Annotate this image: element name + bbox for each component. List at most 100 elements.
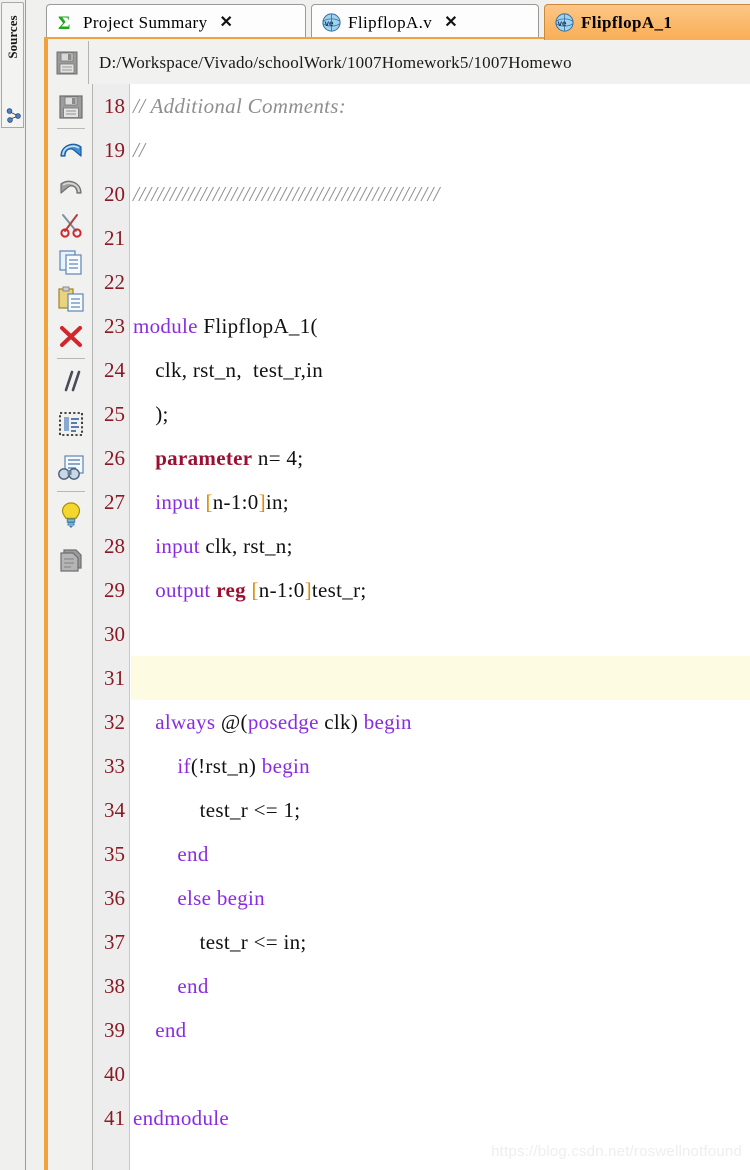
toolbar-separator (57, 491, 85, 492)
file-path-text: D:/Workspace/Vivado/schoolWork/1007Homew… (99, 53, 572, 73)
code-token: n= 4; (252, 446, 303, 470)
code-line[interactable]: 32 always @(posedge clk) begin (93, 700, 750, 744)
code-line[interactable]: 20//////////////////////////////////////… (93, 172, 750, 216)
sources-dock-strip: Sources (0, 0, 26, 1170)
paste-icon (56, 284, 86, 314)
code-line[interactable]: 38 end (93, 964, 750, 1008)
code-token: input (155, 534, 200, 558)
code-text: if(!rst_n) begin (133, 744, 310, 788)
code-line[interactable]: 41endmodule (93, 1096, 750, 1140)
code-line[interactable]: 24 clk, rst_n, test_r,in (93, 348, 750, 392)
toolbar-separator (57, 358, 85, 359)
code-line[interactable]: 34 test_r <= 1; (93, 788, 750, 832)
line-number: 23 (93, 304, 125, 348)
find-icon (56, 453, 86, 483)
editor-tab-label: Project Summary (76, 13, 218, 33)
undo-button[interactable] (54, 134, 88, 168)
code-token (133, 1018, 155, 1042)
comment-button[interactable] (54, 364, 88, 398)
code-line[interactable]: 33 if(!rst_n) begin (93, 744, 750, 788)
sources-dock-tab[interactable]: Sources (1, 2, 24, 128)
line-number: 25 (93, 392, 125, 436)
save-button[interactable] (54, 90, 88, 124)
paste-button[interactable] (54, 282, 88, 316)
code-line[interactable]: 23module FlipflopA_1( (93, 304, 750, 348)
line-number: 19 (93, 128, 125, 172)
code-text: input [n-1:0]in; (133, 480, 289, 524)
code-line[interactable]: 29 output reg [n-1:0]test_r; (93, 568, 750, 612)
code-token (133, 974, 177, 998)
line-number: 31 (93, 656, 125, 700)
code-token: output (155, 578, 210, 602)
line-number: 36 (93, 876, 125, 920)
code-token: begin (262, 754, 310, 778)
code-token (133, 886, 177, 910)
line-number: 37 (93, 920, 125, 964)
line-number: 22 (93, 260, 125, 304)
code-token (133, 754, 177, 778)
editor-tab-label: FlipflopA_1 (574, 13, 682, 33)
code-token: clk, rst_n, test_r,in (133, 358, 323, 382)
code-line[interactable]: 31 (93, 656, 750, 700)
indent-button[interactable] (54, 407, 88, 441)
code-token: ] (305, 578, 312, 602)
editor-tab-bar: ΣProject Summary✕veFlipflopA.v✕veFlipflo… (26, 0, 750, 40)
code-text: end (133, 964, 209, 1008)
floppy-disk-icon[interactable] (54, 49, 80, 77)
undo-icon (56, 136, 86, 166)
lightbulb-button[interactable] (54, 498, 88, 532)
code-text: ); (133, 392, 169, 436)
close-icon[interactable]: ✕ (218, 15, 235, 31)
code-token (133, 578, 155, 602)
close-icon[interactable]: ✕ (442, 15, 459, 31)
code-text: clk, rst_n, test_r,in (133, 348, 323, 392)
redo-button[interactable] (54, 171, 88, 205)
code-token: begin (217, 886, 265, 910)
code-line[interactable]: 21 (93, 216, 750, 260)
line-number: 26 (93, 436, 125, 480)
code-token: end (177, 842, 208, 866)
editor-tab-3[interactable]: veFlipflopA_1 (544, 4, 750, 40)
code-line[interactable]: 22 (93, 260, 750, 304)
code-line[interactable]: 37 test_r <= in; (93, 920, 750, 964)
code-token (133, 490, 155, 514)
delete-icon (56, 321, 86, 351)
file-path-bar: D:/Workspace/Vivado/schoolWork/1007Homew… (48, 41, 750, 84)
code-text: always @(posedge clk) begin (133, 700, 412, 744)
code-line[interactable]: 28 input clk, rst_n; (93, 524, 750, 568)
code-line[interactable]: 26 parameter n= 4; (93, 436, 750, 480)
find-button[interactable] (54, 451, 88, 485)
editor-tab-2[interactable]: veFlipflopA.v✕ (311, 4, 539, 40)
verilog-icon: ve (322, 13, 341, 32)
code-line[interactable]: 35 end (93, 832, 750, 876)
code-line[interactable]: 25 ); (93, 392, 750, 436)
stack-button[interactable] (54, 542, 88, 576)
copy-button[interactable] (54, 245, 88, 279)
delete-button[interactable] (54, 319, 88, 353)
cut-button[interactable] (54, 208, 88, 242)
svg-text:Σ: Σ (58, 13, 70, 32)
code-token: parameter (155, 446, 252, 470)
code-line[interactable]: 18// Additional Comments: (93, 84, 750, 128)
code-line[interactable]: 27 input [n-1:0]in; (93, 480, 750, 524)
code-token: [ (205, 490, 212, 514)
code-text: end (133, 832, 209, 876)
editor-tab-1[interactable]: Σ Project Summary✕ (46, 4, 306, 40)
code-line[interactable]: 40 (93, 1052, 750, 1096)
line-number: 33 (93, 744, 125, 788)
code-token: @( (215, 710, 247, 734)
line-number: 29 (93, 568, 125, 612)
code-line[interactable]: 36 else begin (93, 876, 750, 920)
code-text: input clk, rst_n; (133, 524, 293, 568)
code-token: n-1:0 (213, 490, 259, 514)
code-token: n-1:0 (259, 578, 305, 602)
code-token: if (177, 754, 190, 778)
code-editor[interactable]: 18// Additional Comments:19//20/////////… (93, 84, 750, 1170)
code-token (133, 534, 155, 558)
code-text: else begin (133, 876, 265, 920)
code-line[interactable]: 19// (93, 128, 750, 172)
code-token: end (155, 1018, 186, 1042)
redo-icon (56, 173, 86, 203)
code-line[interactable]: 30 (93, 612, 750, 656)
code-line[interactable]: 39 end (93, 1008, 750, 1052)
